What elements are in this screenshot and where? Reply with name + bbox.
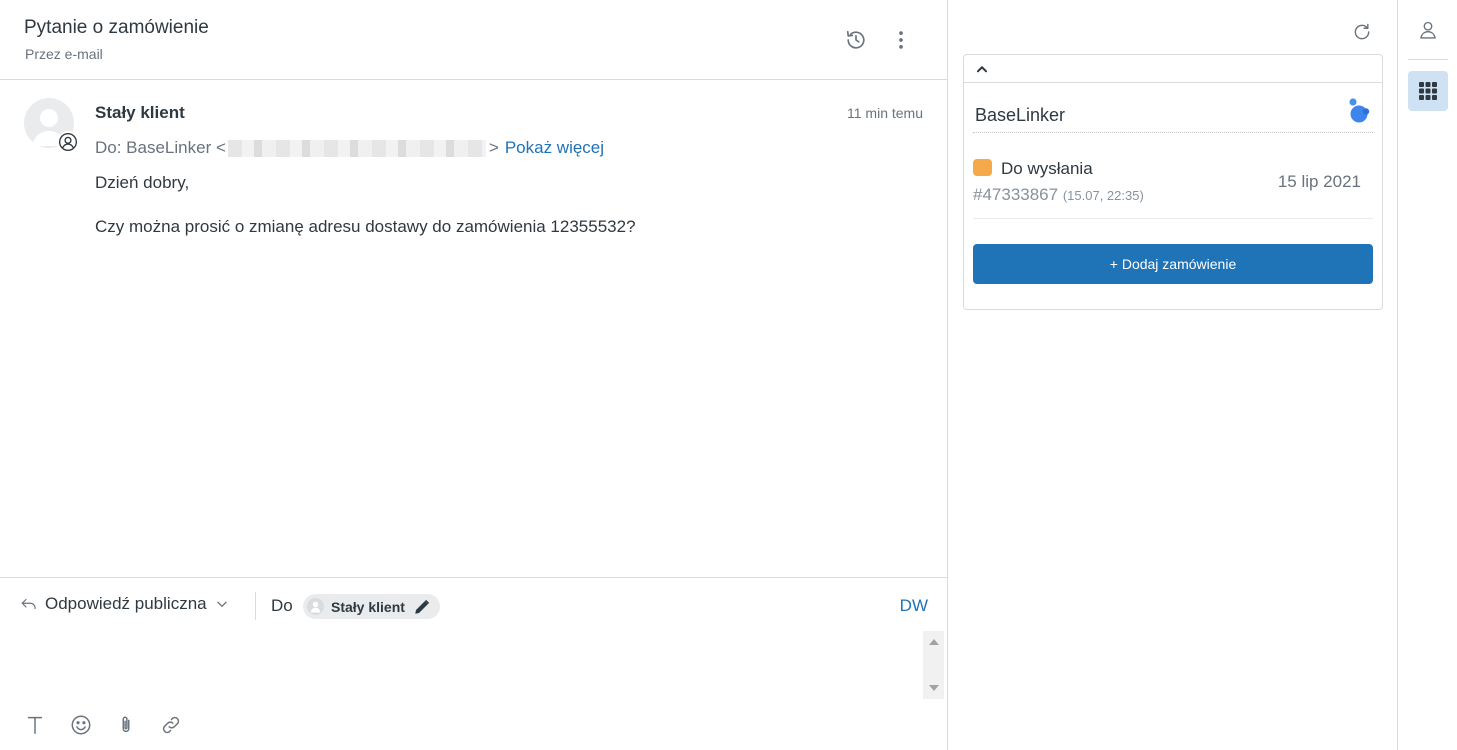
emoji-icon [71, 715, 91, 735]
reply-type-label: Odpowiedź publiczna [45, 594, 207, 613]
person-icon [310, 601, 321, 613]
chevron-up-icon [976, 66, 988, 73]
apps-grid-icon [1419, 82, 1437, 100]
text-format-button[interactable] [23, 713, 47, 737]
edit-recipient-button[interactable] [413, 598, 431, 616]
message-time: 11 min temu [847, 105, 923, 121]
rail-separator [1408, 59, 1448, 60]
collapse-button[interactable] [973, 60, 991, 78]
reply-arrow-icon [21, 598, 36, 610]
app-name: BaseLinker [975, 105, 1066, 125]
text-format-icon [27, 716, 43, 734]
order-number-value: #47333867 [973, 185, 1059, 204]
cc-button[interactable]: DW [900, 596, 928, 616]
refresh-icon [1354, 23, 1370, 40]
scroll-up-arrow[interactable] [929, 639, 939, 645]
order-number: #47333867 (15.07, 22:35) [973, 185, 1144, 205]
redacted-email [227, 139, 486, 157]
composer-separator [255, 592, 256, 620]
history-button[interactable] [844, 28, 868, 52]
message-recipients: Do: BaseLinker < > Pokaż więcej [95, 138, 604, 158]
to-suffix: > [488, 138, 499, 157]
recipient-chip[interactable]: Stały klient [303, 594, 440, 619]
pencil-icon [415, 599, 430, 614]
apps-button[interactable] [1408, 71, 1448, 111]
chevron-down-icon [216, 601, 227, 607]
ticket-header: Pytanie o zamówienie Przez e-mail [0, 0, 948, 80]
attachment-icon [122, 716, 130, 733]
ticket-channel: Przez e-mail [25, 46, 103, 62]
message-greeting: Dzień dobry, [95, 173, 190, 192]
scroll-down-arrow[interactable] [929, 685, 939, 691]
baselinker-logo [1346, 97, 1372, 130]
show-more-link[interactable]: Pokaż więcej [505, 138, 604, 158]
reply-editor[interactable] [20, 630, 920, 700]
more-vertical-icon [899, 31, 903, 49]
link-button[interactable] [159, 713, 183, 737]
ticket-title: Pytanie o zamówienie [24, 17, 209, 38]
order-date: 15 lip 2021 [1277, 172, 1361, 191]
add-order-button[interactable]: + Dodaj zamówienie [973, 244, 1373, 284]
user-icon [1420, 21, 1436, 39]
link-icon [162, 716, 180, 734]
user-circle-icon [59, 133, 77, 151]
order-timestamp: (15.07, 22:35) [1062, 188, 1144, 203]
context-panel: BaseLinker Do wysłania #47333867 (15.07,… [949, 0, 1398, 750]
attachment-button[interactable] [114, 713, 138, 737]
recipient-name: Stały klient [331, 598, 405, 615]
message: Stały klient 11 min temu Do: BaseLinker … [0, 80, 948, 577]
to-label: Do [271, 596, 293, 615]
order-status: Do wysłania [1001, 159, 1093, 178]
message-body: Czy można prosić o zmianę adresu dostawy… [95, 217, 636, 236]
message-sender: Stały klient [95, 103, 185, 122]
history-icon [846, 30, 865, 49]
card-divider [973, 132, 1373, 133]
recipient-avatar [307, 598, 324, 615]
end-user-badge [57, 131, 79, 153]
baselinker-logo-icon [1349, 98, 1370, 123]
conversation-pane: Pytanie o zamówienie Przez e-mail Stały … [0, 0, 948, 750]
app-rail [1399, 0, 1457, 750]
editor-scrollbar[interactable] [923, 631, 944, 699]
customer-context-button[interactable] [1408, 10, 1448, 50]
baselinker-app-card: BaseLinker Do wysłania #47333867 (15.07,… [963, 54, 1383, 310]
card-header [964, 55, 1382, 83]
more-options-button[interactable] [889, 28, 913, 52]
order-status-indicator [973, 159, 992, 176]
order-item[interactable]: Do wysłania #47333867 (15.07, 22:35) 15 … [973, 149, 1373, 219]
reply-type-dropdown[interactable]: Odpowiedź publiczna [20, 594, 229, 614]
refresh-button[interactable] [1350, 20, 1374, 44]
emoji-button[interactable] [69, 713, 93, 737]
to-prefix: Do: BaseLinker < [95, 138, 226, 157]
reply-composer: Odpowiedź publiczna Do Stały klient DW [0, 577, 948, 750]
